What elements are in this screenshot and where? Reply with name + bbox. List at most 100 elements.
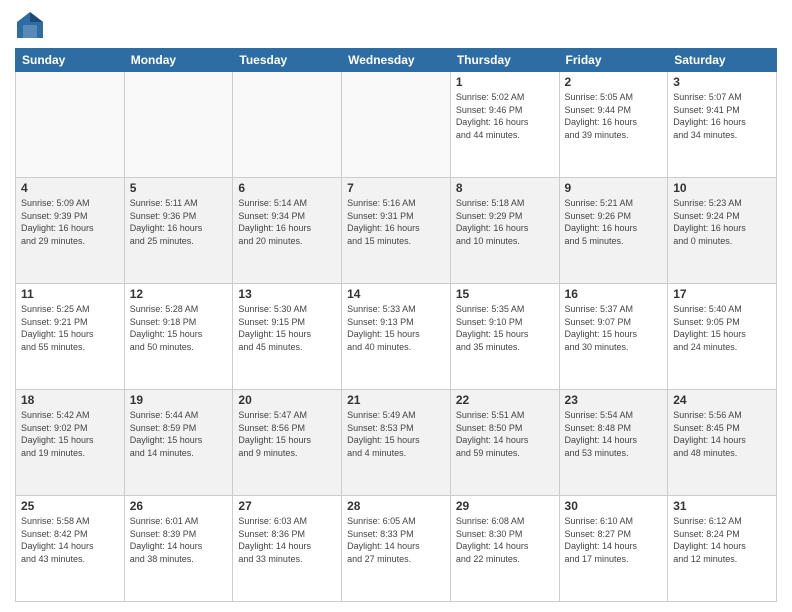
day-info: Sunrise: 5:33 AM Sunset: 9:13 PM Dayligh… <box>347 303 445 353</box>
day-cell <box>124 72 233 178</box>
day-number: 23 <box>565 393 663 407</box>
day-cell: 14 Sunrise: 5:33 AM Sunset: 9:13 PM Dayli… <box>342 284 451 390</box>
day-info: Sunrise: 5:58 AM Sunset: 8:42 PM Dayligh… <box>21 515 119 565</box>
day-number: 13 <box>238 287 336 301</box>
day-info: Sunrise: 5:35 AM Sunset: 9:10 PM Dayligh… <box>456 303 554 353</box>
day-cell <box>342 72 451 178</box>
day-info: Sunrise: 5:28 AM Sunset: 9:18 PM Dayligh… <box>130 303 228 353</box>
day-cell: 31 Sunrise: 6:12 AM Sunset: 8:24 PM Dayli… <box>668 496 777 602</box>
week-row-2: 11 Sunrise: 5:25 AM Sunset: 9:21 PM Dayli… <box>16 284 777 390</box>
day-info: Sunrise: 6:03 AM Sunset: 8:36 PM Dayligh… <box>238 515 336 565</box>
day-cell: 20Sunrise: 5:47 AM Sunset: 8:56 PM Dayli… <box>233 390 342 496</box>
week-row-4: 25 Sunrise: 5:58 AM Sunset: 8:42 PM Dayli… <box>16 496 777 602</box>
day-cell: 10 Sunrise: 5:23 AM Sunset: 9:24 PM Dayli… <box>668 178 777 284</box>
logo-icon <box>15 10 45 40</box>
day-info: Sunrise: 5:09 AM Sunset: 9:39 PM Dayligh… <box>21 197 119 247</box>
week-row-1: 4 Sunrise: 5:09 AM Sunset: 9:39 PM Daylig… <box>16 178 777 284</box>
day-cell: 9 Sunrise: 5:21 AM Sunset: 9:26 PM Daylig… <box>559 178 668 284</box>
day-cell: 24 Sunrise: 5:56 AM Sunset: 8:45 PM Dayli… <box>668 390 777 496</box>
day-info: Sunrise: 5:21 AM Sunset: 9:26 PM Dayligh… <box>565 197 663 247</box>
day-info: Sunrise: 6:05 AM Sunset: 8:33 PM Dayligh… <box>347 515 445 565</box>
day-cell: 18 Sunrise: 5:42 AM Sunset: 9:02 PM Dayli… <box>16 390 125 496</box>
day-number: 2 <box>565 75 663 89</box>
header-day-tuesday: Tuesday <box>233 49 342 72</box>
day-cell: 15 Sunrise: 5:35 AM Sunset: 9:10 PM Dayli… <box>450 284 559 390</box>
day-info: Sunrise: 5:07 AM Sunset: 9:41 PM Dayligh… <box>673 91 771 141</box>
logo <box>15 10 49 40</box>
day-cell: 3 Sunrise: 5:07 AM Sunset: 9:41 PM Daylig… <box>668 72 777 178</box>
day-info: Sunrise: 5:18 AM Sunset: 9:29 PM Dayligh… <box>456 197 554 247</box>
day-info: Sunrise: 5:44 AM Sunset: 8:59 PM Dayligh… <box>130 409 228 459</box>
day-number: 8 <box>456 181 554 195</box>
day-info: Sunrise: 5:16 AM Sunset: 9:31 PM Dayligh… <box>347 197 445 247</box>
day-info: Sunrise: 5:11 AM Sunset: 9:36 PM Dayligh… <box>130 197 228 247</box>
day-cell: 27 Sunrise: 6:03 AM Sunset: 8:36 PM Dayli… <box>233 496 342 602</box>
day-info: Sunrise: 6:01 AM Sunset: 8:39 PM Dayligh… <box>130 515 228 565</box>
day-number: 11 <box>21 287 119 301</box>
day-cell: 22Sunrise: 5:51 AM Sunset: 8:50 PM Dayli… <box>450 390 559 496</box>
day-number: 22 <box>456 393 554 407</box>
day-info: Sunrise: 5:25 AM Sunset: 9:21 PM Dayligh… <box>21 303 119 353</box>
day-number: 12 <box>130 287 228 301</box>
day-info: Sunrise: 6:08 AM Sunset: 8:30 PM Dayligh… <box>456 515 554 565</box>
day-number: 29 <box>456 499 554 513</box>
day-cell: 13 Sunrise: 5:30 AM Sunset: 9:15 PM Dayli… <box>233 284 342 390</box>
day-cell: 4 Sunrise: 5:09 AM Sunset: 9:39 PM Daylig… <box>16 178 125 284</box>
day-info: Sunrise: 6:10 AM Sunset: 8:27 PM Dayligh… <box>565 515 663 565</box>
header-day-thursday: Thursday <box>450 49 559 72</box>
day-cell: 6 Sunrise: 5:14 AM Sunset: 9:34 PM Daylig… <box>233 178 342 284</box>
day-number: 17 <box>673 287 771 301</box>
day-number: 5 <box>130 181 228 195</box>
day-number: 15 <box>456 287 554 301</box>
day-info: Sunrise: 6:12 AM Sunset: 8:24 PM Dayligh… <box>673 515 771 565</box>
day-number: 3 <box>673 75 771 89</box>
header-day-wednesday: Wednesday <box>342 49 451 72</box>
day-number: 20 <box>238 393 336 407</box>
day-cell: 30Sunrise: 6:10 AM Sunset: 8:27 PM Dayli… <box>559 496 668 602</box>
calendar-page: SundayMondayTuesdayWednesdayThursdayFrid… <box>0 0 792 612</box>
day-number: 25 <box>21 499 119 513</box>
header <box>15 10 777 40</box>
day-info: Sunrise: 5:49 AM Sunset: 8:53 PM Dayligh… <box>347 409 445 459</box>
day-info: Sunrise: 5:05 AM Sunset: 9:44 PM Dayligh… <box>565 91 663 141</box>
day-cell: 23Sunrise: 5:54 AM Sunset: 8:48 PM Dayli… <box>559 390 668 496</box>
day-cell: 5 Sunrise: 5:11 AM Sunset: 9:36 PM Daylig… <box>124 178 233 284</box>
day-cell: 28 Sunrise: 6:05 AM Sunset: 8:33 PM Dayli… <box>342 496 451 602</box>
day-number: 4 <box>21 181 119 195</box>
day-cell: 26Sunrise: 6:01 AM Sunset: 8:39 PM Dayli… <box>124 496 233 602</box>
day-number: 9 <box>565 181 663 195</box>
day-number: 28 <box>347 499 445 513</box>
header-day-monday: Monday <box>124 49 233 72</box>
week-row-3: 18 Sunrise: 5:42 AM Sunset: 9:02 PM Dayli… <box>16 390 777 496</box>
day-cell <box>16 72 125 178</box>
header-day-sunday: Sunday <box>16 49 125 72</box>
day-number: 27 <box>238 499 336 513</box>
day-info: Sunrise: 5:42 AM Sunset: 9:02 PM Dayligh… <box>21 409 119 459</box>
day-cell: 17 Sunrise: 5:40 AM Sunset: 9:05 PM Dayli… <box>668 284 777 390</box>
day-info: Sunrise: 5:14 AM Sunset: 9:34 PM Dayligh… <box>238 197 336 247</box>
day-number: 14 <box>347 287 445 301</box>
day-cell: 16Sunrise: 5:37 AM Sunset: 9:07 PM Dayli… <box>559 284 668 390</box>
day-number: 6 <box>238 181 336 195</box>
day-number: 24 <box>673 393 771 407</box>
day-info: Sunrise: 5:23 AM Sunset: 9:24 PM Dayligh… <box>673 197 771 247</box>
day-cell: 8 Sunrise: 5:18 AM Sunset: 9:29 PM Daylig… <box>450 178 559 284</box>
day-number: 1 <box>456 75 554 89</box>
day-cell: 1Sunrise: 5:02 AM Sunset: 9:46 PM Daylig… <box>450 72 559 178</box>
day-info: Sunrise: 5:30 AM Sunset: 9:15 PM Dayligh… <box>238 303 336 353</box>
week-row-0: 1Sunrise: 5:02 AM Sunset: 9:46 PM Daylig… <box>16 72 777 178</box>
day-cell: 11 Sunrise: 5:25 AM Sunset: 9:21 PM Dayli… <box>16 284 125 390</box>
day-info: Sunrise: 5:56 AM Sunset: 8:45 PM Dayligh… <box>673 409 771 459</box>
day-info: Sunrise: 5:37 AM Sunset: 9:07 PM Dayligh… <box>565 303 663 353</box>
day-number: 19 <box>130 393 228 407</box>
day-cell <box>233 72 342 178</box>
day-info: Sunrise: 5:40 AM Sunset: 9:05 PM Dayligh… <box>673 303 771 353</box>
day-number: 18 <box>21 393 119 407</box>
header-day-friday: Friday <box>559 49 668 72</box>
day-cell: 29 Sunrise: 6:08 AM Sunset: 8:30 PM Dayli… <box>450 496 559 602</box>
day-number: 7 <box>347 181 445 195</box>
day-number: 21 <box>347 393 445 407</box>
day-number: 10 <box>673 181 771 195</box>
day-number: 31 <box>673 499 771 513</box>
day-cell: 25 Sunrise: 5:58 AM Sunset: 8:42 PM Dayli… <box>16 496 125 602</box>
